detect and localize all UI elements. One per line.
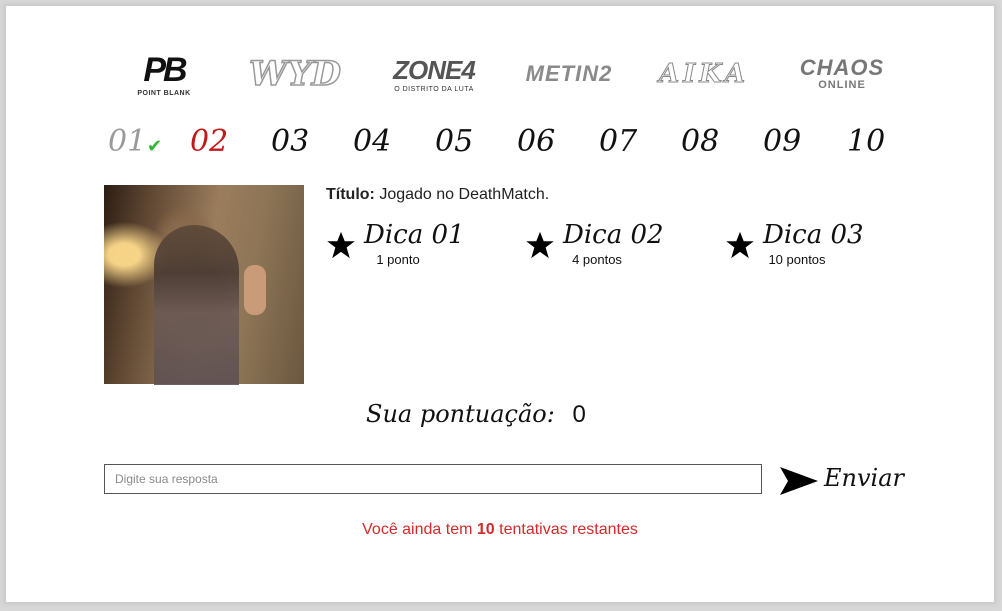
question-10[interactable]: 10 <box>847 124 885 159</box>
question-03[interactable]: 03 <box>271 124 309 159</box>
logo-subtext: O DISTRITO DA LUTA <box>394 86 474 93</box>
attempts-remaining: Você ainda tem 10 tentativas restantes <box>6 521 994 539</box>
tip-points: 1 ponto <box>376 252 420 267</box>
question-selector: 01 ✔ 02 03 04 05 06 07 08 09 10 <box>6 124 994 168</box>
score-value: 0 <box>572 401 586 428</box>
logo-text: WYD <box>248 53 341 95</box>
check-icon: ✔ <box>147 136 163 157</box>
tip-label: Dica 02 <box>563 220 664 250</box>
tip-points: 10 pontos <box>768 252 826 267</box>
game-panel: PB POINT BLANK WYD ZONE4 O DISTRITO DA L… <box>6 6 994 602</box>
wyd-logo[interactable]: WYD <box>248 44 341 104</box>
logo-subtext: ONLINE <box>818 79 866 91</box>
tip-points: 4 pontos <box>572 252 622 267</box>
logo-text: AIKA <box>658 59 750 90</box>
question-08[interactable]: 08 <box>681 124 719 159</box>
logo-text: ZONE4 <box>393 55 476 85</box>
logo-text: PB <box>143 51 187 89</box>
logo-subtext: POINT BLANK <box>137 90 191 97</box>
aika-logo[interactable]: AIKA <box>648 44 760 104</box>
answer-input[interactable] <box>104 464 762 494</box>
tip-label: Dica 01 <box>364 220 465 250</box>
image-hand <box>244 265 266 315</box>
logo-text: METIN2 <box>525 61 613 86</box>
image-figure <box>154 225 239 385</box>
question-01[interactable]: 01 <box>108 124 146 159</box>
point-blank-logo[interactable]: PB POINT BLANK <box>134 44 194 104</box>
tip-label: Dica 03 <box>763 220 864 250</box>
title-value: Jogado no DeathMatch. <box>379 186 550 203</box>
question-title: Título: Jogado no DeathMatch. <box>326 186 549 204</box>
question-05[interactable]: 05 <box>435 124 473 159</box>
score-display: Sua pontuação: 0 <box>366 400 586 429</box>
question-07[interactable]: 07 <box>599 124 637 159</box>
attempts-prefix: Você ainda tem <box>362 521 473 538</box>
game-logo-bar: PB POINT BLANK WYD ZONE4 O DISTRITO DA L… <box>6 44 994 104</box>
attempts-suffix: tentativas restantes <box>499 521 638 538</box>
question-image <box>104 185 304 385</box>
arrow-right-icon <box>780 467 818 495</box>
attempts-count: 10 <box>476 521 495 538</box>
score-label: Sua pontuação: <box>366 400 555 428</box>
question-04[interactable]: 04 <box>353 124 391 159</box>
send-label: Enviar <box>824 464 904 492</box>
question-09[interactable]: 09 <box>763 124 801 159</box>
question-06[interactable]: 06 <box>517 124 555 159</box>
chaos-online-logo[interactable]: CHAOS ONLINE <box>788 44 896 104</box>
title-label: Título: <box>326 186 375 203</box>
logo-text: CHAOS <box>799 55 885 80</box>
zone4-logo[interactable]: ZONE4 O DISTRITO DA LUTA <box>384 44 484 104</box>
question-02[interactable]: 02 <box>190 124 228 159</box>
metin2-logo[interactable]: METIN2 <box>514 44 624 104</box>
